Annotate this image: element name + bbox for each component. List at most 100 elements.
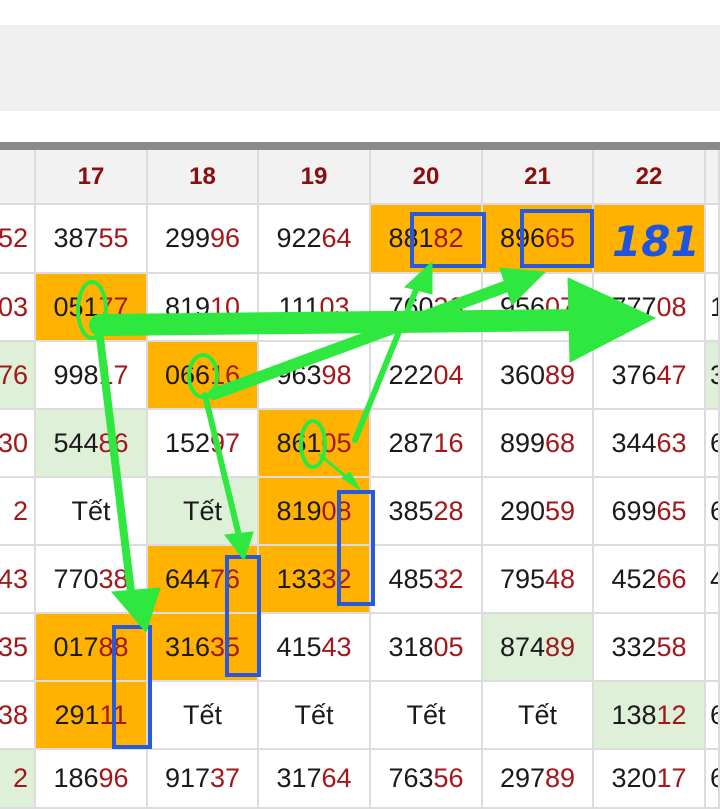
result-cell: Tết — [259, 682, 371, 750]
result-digits-head: Tết — [71, 495, 111, 526]
result-cell: 544 86 — [36, 410, 148, 478]
row-edge-left: 35 — [0, 614, 36, 682]
result-cell: 051 77 — [36, 274, 148, 342]
result-cell: 760 36 — [371, 274, 483, 342]
result-cell: 291 11 — [36, 682, 148, 750]
toolbar-area — [0, 25, 720, 111]
result-digits-tail: 05 — [321, 427, 352, 458]
status-bar — [0, 0, 720, 25]
row-edge-right: 6 — [706, 410, 720, 478]
result-digits-head: 415 — [276, 631, 322, 662]
result-digits-head: 452 — [611, 563, 657, 594]
result-digits-tail: 32 — [433, 563, 464, 594]
result-digits-head: 299 — [164, 223, 210, 253]
result-digits-head: 896 — [499, 223, 545, 253]
result-cell: 332 58 — [594, 614, 706, 682]
header-cell-right — [706, 150, 720, 205]
result-cell: Tết — [371, 682, 483, 750]
result-digits-head: 320 — [611, 763, 657, 793]
result-digits-tail: 17 — [98, 359, 129, 390]
row-edge-left: 03 — [0, 274, 36, 342]
result-digits-head: 138 — [611, 699, 657, 730]
result-cell: 899 68 — [483, 410, 594, 478]
result-digits-tail: 89 — [545, 763, 576, 793]
result-cell: 956 07 — [483, 274, 594, 342]
result-digits-tail: 16 — [433, 427, 464, 458]
row-edge-right — [706, 614, 720, 682]
result-digits-tail: 64 — [321, 763, 352, 793]
result-digits-head: 998 — [53, 359, 99, 390]
result-digits-head: 291 — [54, 699, 100, 730]
result-cell: Tết — [483, 682, 594, 750]
result-digits-head: 763 — [388, 763, 434, 793]
result-cell: 819 08 — [259, 478, 371, 546]
result-digits-head: Tết — [406, 699, 446, 730]
result-digits-head: 861 — [276, 427, 322, 458]
result-cell: Tết — [148, 478, 259, 546]
result-cell: 320 17 — [594, 750, 706, 809]
result-digits-tail: 98 — [321, 359, 352, 390]
result-digits-head: 644 — [164, 563, 210, 594]
result-digits-tail: 65 — [545, 223, 576, 253]
result-digits-tail: 11 — [99, 699, 128, 730]
result-digits-head: Tết — [517, 699, 557, 730]
result-digits-head: 376 — [611, 359, 657, 390]
result-cell: 133 32 — [259, 546, 371, 614]
result-digits-tail: 35 — [210, 631, 241, 662]
result-digits-head: 770 — [53, 563, 99, 594]
result-digits-head: 318 — [388, 631, 434, 662]
result-cell: 360 89 — [483, 342, 594, 410]
result-cell: 861 05 — [259, 410, 371, 478]
result-cell: 138 12 — [594, 682, 706, 750]
result-digits-head: 297 — [499, 763, 545, 793]
result-digits-tail: 89 — [545, 359, 576, 390]
result-cell: 318 05 — [371, 614, 483, 682]
result-cell: 186 96 — [36, 750, 148, 809]
result-digits-tail: 76 — [210, 563, 241, 594]
results-table: 17 18 19 20 21 22 52 387 55 299 96 922 64 881 82 896 65 0… — [0, 150, 720, 809]
result-digits-head: 963 — [276, 359, 322, 390]
result-digits-head: Tết — [182, 495, 222, 526]
row-edge-left: 52 — [0, 205, 36, 274]
result-cell: 819 10 — [148, 274, 259, 342]
result-digits-tail: 89 — [545, 631, 576, 662]
row-edge-left: 76 — [0, 342, 36, 410]
result-digits-head: 544 — [53, 427, 99, 458]
result-cell: 917 37 — [148, 750, 259, 809]
result-cell: 795 48 — [483, 546, 594, 614]
result-digits-tail: 97 — [210, 427, 241, 458]
result-cell: 485 32 — [371, 546, 483, 614]
result-cell: 770 38 — [36, 546, 148, 614]
result-cell: 763 56 — [371, 750, 483, 809]
result-cell: 699 65 — [594, 478, 706, 546]
row-edge-right: 6 — [706, 478, 720, 546]
result-digits-head: 332 — [611, 631, 657, 662]
result-digits-head: 186 — [53, 763, 99, 793]
result-cell: 415 43 — [259, 614, 371, 682]
result-digits-head: 317 — [276, 763, 322, 793]
result-digits-head: 881 — [388, 223, 434, 253]
row-edge-left: 2 — [0, 750, 36, 809]
result-digits-tail: 08 — [656, 291, 687, 322]
result-digits-tail: 38 — [98, 563, 129, 594]
result-digits-tail: 55 — [98, 223, 129, 253]
result-digits-tail: 47 — [656, 359, 687, 390]
result-digits-head: 133 — [276, 563, 322, 594]
result-digits-head: 699 — [611, 495, 657, 526]
result-digits-head: 152 — [164, 427, 210, 458]
result-digits-head: 760 — [388, 291, 434, 322]
result-digits-tail: 17 — [656, 763, 687, 793]
result-digits-head: 819 — [164, 291, 210, 322]
result-cell: 922 64 — [259, 205, 371, 274]
row-edge-left: 38 — [0, 682, 36, 750]
result-digits-tail: 48 — [545, 563, 576, 594]
result-cell: Tết — [36, 478, 148, 546]
result-digits-head: 874 — [499, 631, 545, 662]
result-digits-tail: 43 — [321, 631, 352, 662]
result-cell: 777 08 — [594, 274, 706, 342]
result-digits-tail: 37 — [210, 763, 241, 793]
result-cell: 111 03 — [259, 274, 371, 342]
result-digits-head: 777 — [611, 291, 657, 322]
column-header-21: 21 — [483, 150, 594, 205]
result-digits-head: 111 — [278, 291, 320, 322]
